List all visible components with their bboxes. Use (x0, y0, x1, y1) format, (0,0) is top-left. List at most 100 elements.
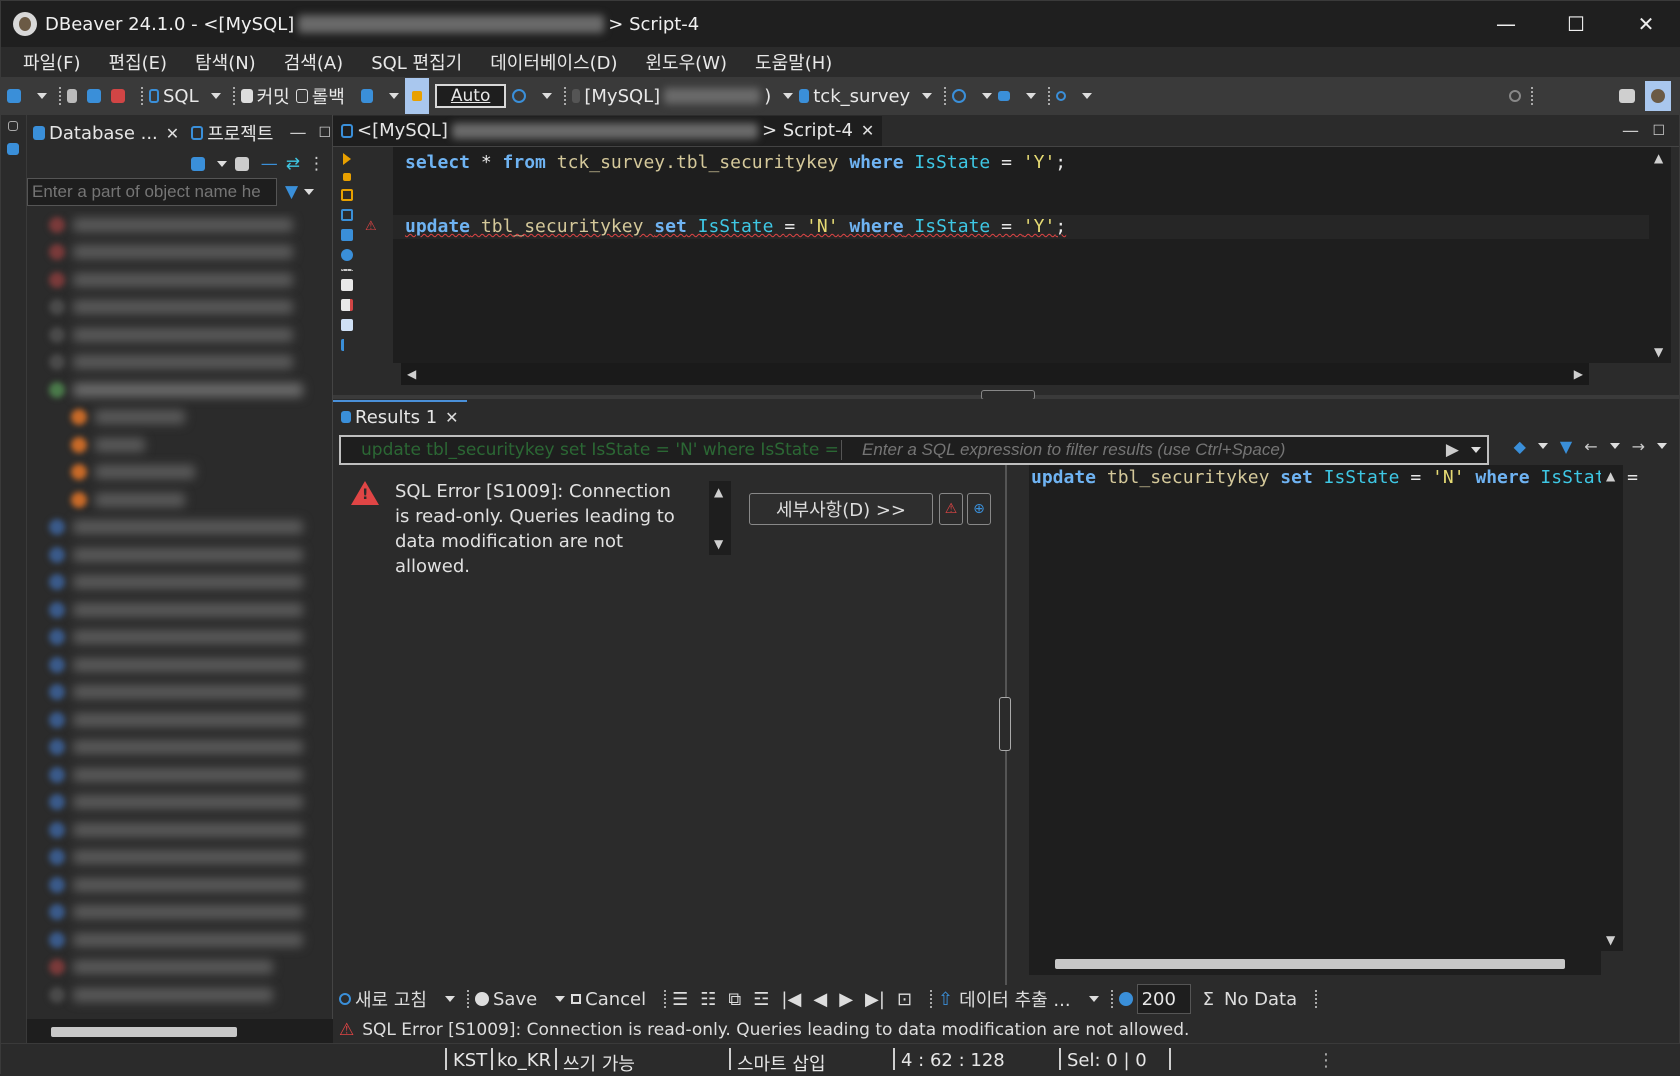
tree-item[interactable] (27, 706, 333, 734)
copy-row-icon[interactable]: ⧉ (728, 989, 741, 1010)
tree-item[interactable] (27, 514, 333, 542)
menu-file[interactable]: 파일(F) (9, 49, 95, 75)
chevron-down-icon[interactable] (1471, 447, 1481, 453)
tree-item[interactable] (27, 734, 333, 762)
disconnect-button[interactable] (111, 81, 129, 111)
tab-projects[interactable]: 프로젝트 (185, 117, 279, 149)
collapse-all-icon[interactable]: — (261, 154, 278, 174)
close-icon[interactable]: ✕ (445, 408, 458, 427)
tree-item[interactable] (27, 569, 333, 597)
apply-filter-icon[interactable]: ▶ (1446, 440, 1459, 460)
scroll-up-icon[interactable]: ▲ (1654, 151, 1663, 165)
last-page-icon[interactable]: ▶| (865, 989, 885, 1010)
maximize-icon[interactable]: ☐ (318, 125, 331, 141)
menu-navigate[interactable]: 탐색(N) (181, 49, 270, 75)
filter-icon[interactable]: ▼ (1560, 437, 1572, 456)
first-page-icon[interactable]: |◀ (781, 989, 801, 1010)
chevron-down-icon[interactable] (783, 93, 794, 99)
chevron-down-icon[interactable] (1026, 93, 1037, 99)
tree-item[interactable] (27, 844, 333, 872)
chevron-down-icon[interactable] (37, 93, 47, 99)
menu-help[interactable]: 도움말(H) (741, 49, 846, 75)
folder-icon[interactable] (234, 157, 249, 171)
more-icon[interactable] (341, 269, 353, 271)
auto-commit-toggle[interactable]: Auto (434, 84, 507, 108)
tree-item[interactable] (27, 899, 333, 927)
next-page-icon[interactable]: ▶ (839, 989, 853, 1010)
tree-item[interactable] (27, 459, 333, 487)
view-menu-icon[interactable]: ⋮ (308, 154, 325, 174)
menu-sql-editor[interactable]: SQL 편집기 (357, 49, 476, 75)
close-icon[interactable]: ✕ (166, 124, 179, 143)
chevron-down-icon[interactable] (216, 161, 227, 167)
active-schema-selector[interactable]: tck_survey (799, 81, 910, 111)
link-editor-icon[interactable]: ⇄ (286, 154, 300, 174)
error-log-icon[interactable]: ⚠ (939, 493, 963, 525)
chevron-down-icon[interactable] (542, 93, 553, 99)
tree-item[interactable] (27, 954, 333, 982)
format-icon[interactable] (341, 339, 353, 351)
export-script-icon[interactable] (341, 319, 353, 331)
dashboard-button[interactable] (952, 81, 970, 111)
tree-item[interactable] (27, 321, 333, 349)
erd-button[interactable] (998, 81, 1014, 111)
transaction-mode-button[interactable] (360, 81, 377, 111)
tree-item[interactable] (27, 294, 333, 322)
error-message-scrollbar[interactable]: ▲ ▼ (709, 481, 731, 555)
chevron-down-icon[interactable] (210, 93, 221, 99)
scroll-thumb[interactable] (1055, 959, 1565, 969)
chevron-down-icon[interactable] (982, 93, 993, 99)
settings-icon[interactable] (341, 249, 353, 261)
menu-window[interactable]: 윈도우(W) (632, 49, 742, 75)
tree-item[interactable] (27, 624, 333, 652)
load-script-icon[interactable] (341, 279, 353, 291)
sql-editor-button[interactable]: SQL (149, 81, 199, 111)
new-connection-icon[interactable] (190, 157, 205, 171)
eraser-icon[interactable]: ◆ (1514, 437, 1526, 456)
minimize-button[interactable]: — (1471, 1, 1541, 47)
close-icon[interactable]: ✕ (861, 121, 874, 140)
forward-icon[interactable]: → (1632, 437, 1645, 456)
tree-item[interactable] (27, 651, 333, 679)
insert-mode-status[interactable]: 스마트 삽입 (737, 1050, 826, 1076)
filter-icon[interactable]: ▼ (285, 182, 298, 202)
save-script-icon[interactable] (341, 299, 353, 311)
tree-item[interactable] (27, 431, 333, 459)
global-search-button[interactable] (1509, 81, 1525, 111)
details-button[interactable]: 세부사항(D) >> (749, 493, 933, 525)
editor-vertical-scrollbar[interactable]: ▲ ▼ (1649, 147, 1671, 363)
chevron-down-icon[interactable] (555, 996, 566, 1002)
add-row-icon[interactable]: ☷ (700, 989, 716, 1010)
object-name-filter-input[interactable] (27, 178, 277, 206)
fetch-all-icon[interactable]: ⊡ (897, 989, 912, 1010)
tree-item[interactable] (27, 871, 333, 899)
chevron-down-icon[interactable] (1082, 93, 1093, 99)
scroll-down-icon[interactable]: ▼ (714, 537, 723, 551)
row-count-button[interactable]: Σ No Data (1203, 989, 1298, 1010)
tab-results-1[interactable]: Results 1 ✕ (333, 400, 467, 432)
scroll-up-icon[interactable]: ▲ (714, 485, 723, 499)
chevron-down-icon[interactable] (444, 996, 455, 1002)
execute-script-icon[interactable] (341, 189, 353, 201)
explain-plan-icon[interactable] (341, 209, 353, 221)
fetch-size-input[interactable]: 200 (1136, 984, 1191, 1014)
output-console-icon[interactable] (341, 229, 353, 241)
invalidate-button[interactable] (87, 81, 105, 111)
tree-item[interactable] (27, 211, 333, 239)
scroll-down-icon[interactable]: ▼ (1606, 933, 1615, 947)
tree-item[interactable] (27, 926, 333, 954)
results-splitter-grip[interactable] (999, 697, 1011, 751)
scroll-down-icon[interactable]: ▼ (1654, 345, 1663, 359)
filter-history-text[interactable]: update tbl_securitykey set IsState = 'N'… (341, 440, 841, 460)
maximize-icon[interactable]: ☐ (1652, 123, 1665, 139)
tree-item[interactable] (27, 541, 333, 569)
chevron-down-icon[interactable] (1609, 443, 1620, 449)
close-window-button[interactable]: ✕ (1611, 1, 1680, 47)
scroll-right-icon[interactable]: ▶ (1574, 367, 1583, 381)
tab-script-4[interactable]: <[MySQL] > Script-4 ✕ (333, 115, 883, 146)
view-icon[interactable] (7, 143, 19, 155)
tree-item[interactable] (27, 486, 333, 514)
sql-code-area[interactable]: select * from tck_survey.tbl_securitykey… (393, 147, 1649, 363)
tree-item[interactable] (27, 679, 333, 707)
scroll-thumb[interactable] (51, 1027, 237, 1037)
